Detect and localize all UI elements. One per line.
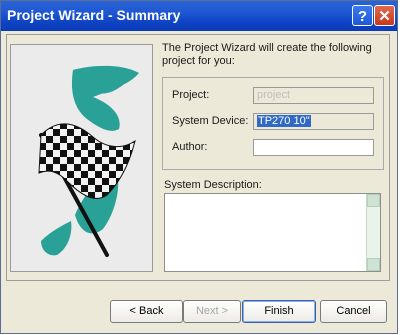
back-button[interactable]: < Back [110,300,183,323]
cancel-button[interactable]: Cancel [320,300,387,323]
scroll-up-arrow-icon[interactable] [367,194,380,207]
wizard-image-panel [10,44,153,272]
system-device-field[interactable]: TP270 10" [253,113,374,130]
summary-intro-text: The Project Wizard will create the follo… [162,42,372,67]
system-description-label: System Description: [164,179,262,191]
scroll-down-arrow-icon[interactable] [367,258,380,271]
close-button[interactable]: ✕ [374,5,395,26]
system-device-value: TP270 10" [257,115,311,127]
help-button[interactable]: ? [352,5,373,26]
next-button[interactable]: Next > [183,300,241,323]
project-field[interactable]: project [253,87,374,104]
window-title: Project Wizard - Summary [7,7,181,23]
author-label: Author: [172,141,208,153]
description-scrollbar[interactable] [366,194,380,271]
finish-button[interactable]: Finish [242,300,316,323]
system-description-textarea[interactable] [164,193,381,272]
system-device-label: System Device: [172,115,249,127]
title-bar[interactable]: Project Wizard - Summary ? ✕ [1,1,397,31]
author-field[interactable] [253,139,374,156]
checkered-flag-icon [38,65,139,257]
project-label: Project: [172,89,210,101]
